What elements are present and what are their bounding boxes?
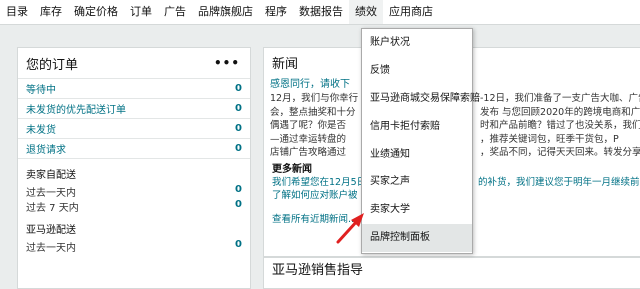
nav-programs[interactable]: 程序	[259, 0, 293, 24]
red-arrow-icon	[336, 213, 364, 244]
news-body-line: ，奖品不同，记得天天回来。转发分享	[480, 147, 640, 158]
menu-item-chargeback-claims[interactable]: 信用卡拒付索赔	[362, 113, 472, 141]
menu-item-feedback[interactable]: 反馈	[362, 57, 472, 85]
fba-row[interactable]: 过去一天内 0	[26, 239, 242, 254]
fbm-row-count: 0	[235, 184, 242, 195]
news-body-line: ，推荐关键词包，旺季干货包，P	[480, 133, 619, 145]
sales-guide-card: 亚马逊销售指导	[263, 257, 640, 289]
order-row-count: 0	[235, 83, 242, 94]
order-row-unshipped[interactable]: 未发货 0	[18, 118, 250, 138]
fba-title: 亚马逊配送	[26, 225, 76, 236]
nav-performance[interactable]: 绩效	[349, 0, 383, 24]
menu-item-seller-university[interactable]: 卖家大学	[362, 196, 472, 224]
order-row-label: 未发货的优先配送订单	[26, 105, 126, 116]
more-news-link[interactable]: 的补货，我们建议您于明年一月继续前	[470, 177, 640, 190]
order-row-count: 0	[235, 143, 242, 154]
news-body-line: -12日，我们准备了一支广告大咖、广告	[480, 93, 640, 104]
menu-item-voice-of-customer[interactable]: 买家之声	[362, 168, 472, 196]
orders-header: 您的订单 •••	[18, 48, 250, 78]
menu-item-account-health[interactable]: 账户状况	[362, 29, 472, 57]
order-row-premium-unshipped[interactable]: 未发货的优先配送订单 0	[18, 98, 250, 118]
order-row-label: 退货请求	[26, 145, 66, 156]
news-body-line: 发布 与您回顾2020年的跨境电商和广告的盛宴。	[480, 106, 640, 118]
fba-row-count: 0	[235, 239, 242, 250]
fbm-section: 卖家自配送 过去一天内 0 过去 7 天内 0	[18, 167, 250, 214]
menu-item-performance-notifications[interactable]: 业绩通知	[362, 141, 472, 169]
fbm-row[interactable]: 过去一天内 0	[26, 184, 242, 199]
more-dots-icon[interactable]: •••	[214, 56, 240, 70]
top-navigation: 目录 库存 确定价格 订单 广告 品牌旗舰店 程序 数据报告 绩效 应用商店	[0, 0, 640, 25]
orders-title: 您的订单	[26, 57, 79, 73]
nav-appstore[interactable]: 应用商店	[383, 0, 439, 24]
fbm-row[interactable]: 过去 7 天内 0	[26, 199, 242, 214]
fbm-title: 卖家自配送	[26, 170, 76, 181]
fbm-row-label: 过去 7 天内	[26, 203, 79, 214]
menu-item-brand-dashboard[interactable]: 品牌控制面板	[362, 224, 472, 253]
fba-row-label: 过去一天内	[26, 243, 76, 254]
news-body-right: -12日，我们准备了一支广告大咖、广告 发布 与您回顾2020年的跨境电商和广告…	[474, 92, 640, 160]
performance-dropdown-menu: 账户状况 反馈 亚马逊商城交易保障索赔 信用卡拒付索赔 业绩通知 买家之声 卖家…	[361, 28, 480, 254]
order-row-count: 0	[235, 123, 242, 134]
order-row-label: 未发货	[26, 125, 56, 136]
order-row-pending[interactable]: 等待中 0	[18, 78, 250, 98]
order-row-count: 0	[235, 103, 242, 114]
orders-card: 您的订单 ••• 等待中 0 未发货的优先配送订单 0 未发货 0 退货请求 0 卖家自…	[17, 47, 251, 289]
news-body-line: 时和产品前瞻？错过了也没关系，我们为你	[480, 120, 640, 131]
nav-stores[interactable]: 品牌旗舰店	[192, 0, 259, 24]
fbm-row-count: 0	[235, 199, 242, 210]
nav-inventory[interactable]: 库存	[34, 0, 68, 24]
sales-guide-title: 亚马逊销售指导	[272, 263, 364, 278]
more-news-right: 的补货，我们建议您于明年一月继续前	[470, 177, 640, 190]
menu-item-a-to-z-claims[interactable]: 亚马逊商城交易保障索赔	[362, 85, 480, 113]
nav-pricing[interactable]: 确定价格	[68, 0, 124, 24]
order-row-label: 等待中	[26, 85, 56, 96]
nav-reports[interactable]: 数据报告	[293, 0, 349, 24]
order-row-returns[interactable]: 退货请求 0	[18, 138, 250, 159]
nav-orders[interactable]: 订单	[124, 0, 158, 24]
fba-section: 亚马逊配送 过去一天内 0	[18, 222, 250, 254]
nav-catalog[interactable]: 目录	[0, 0, 34, 24]
fbm-row-label: 过去一天内	[26, 188, 76, 199]
nav-advertising[interactable]: 广告	[158, 0, 192, 24]
